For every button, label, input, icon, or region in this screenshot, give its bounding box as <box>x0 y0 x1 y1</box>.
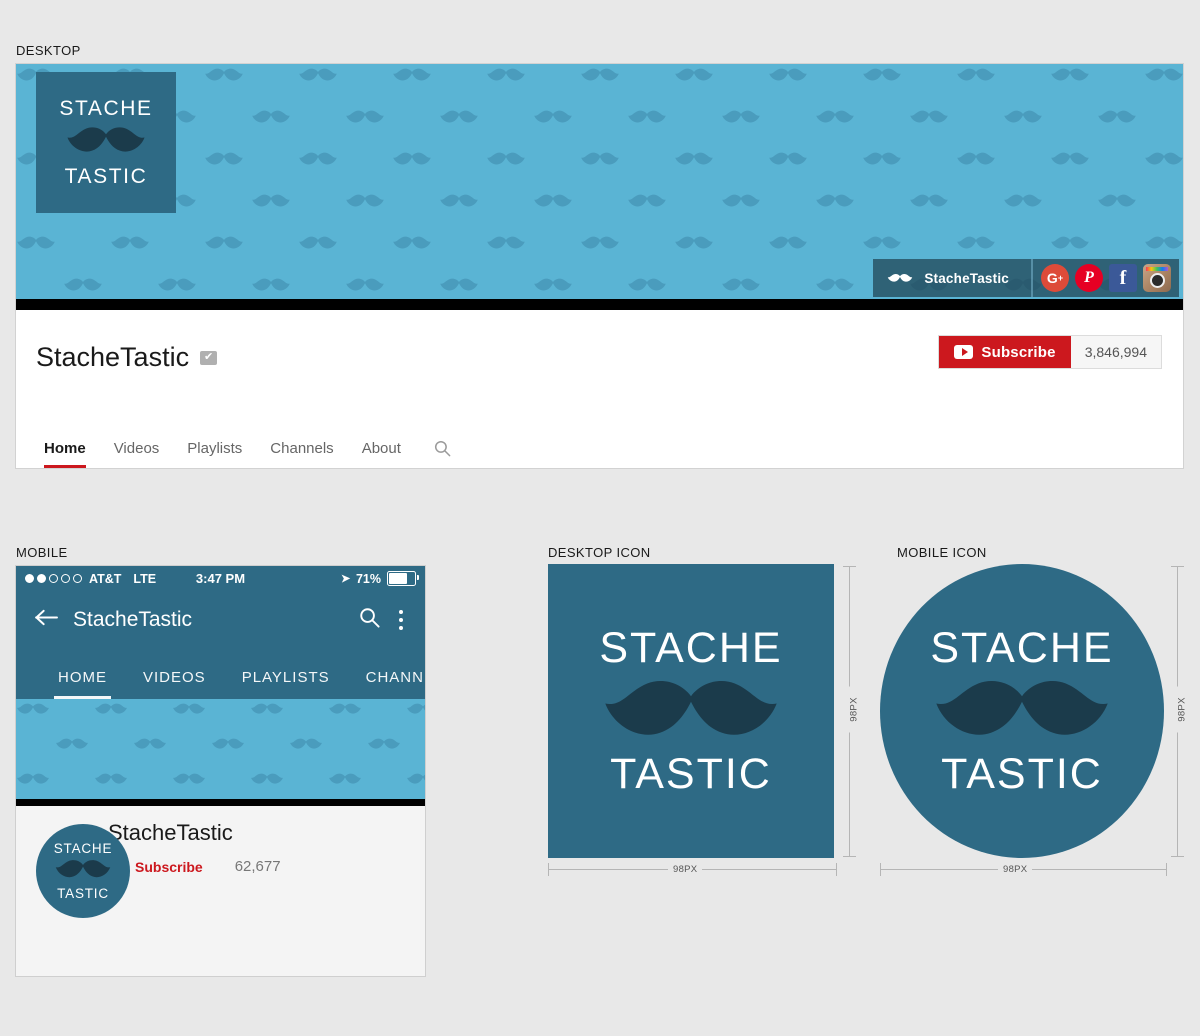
verified-badge-icon: ✔ <box>200 351 217 365</box>
dim-cap <box>548 863 549 876</box>
battery-icon <box>387 571 416 586</box>
mobile-channel-banner <box>16 699 425 799</box>
desktop-channel-header: StacheTastic ✔ Subscribe 3,846,994 Home … <box>16 310 1183 468</box>
desktop-icon-height-label: 98PX <box>847 687 862 733</box>
social-icon-group: G+ P f <box>1031 259 1179 297</box>
desktop-icon-artwork: STACHE TASTIC <box>548 564 834 858</box>
avatar: STACHE TASTIC <box>36 824 130 918</box>
section-label-mobile: MOBILE <box>16 545 68 560</box>
tab-channels[interactable]: Channels <box>256 440 347 468</box>
status-bar-right: ➤ 71% <box>341 571 416 586</box>
logo-text-bottom: TASTIC <box>610 753 772 796</box>
subscriber-count: 3,846,994 <box>1071 336 1161 368</box>
dim-cap <box>1171 566 1184 567</box>
desktop-icon-width-label: 98PX <box>668 862 702 877</box>
tab-home[interactable]: Home <box>36 440 100 468</box>
search-icon[interactable] <box>415 439 466 468</box>
logo-text-top: STACHE <box>930 627 1113 670</box>
tab-about[interactable]: About <box>348 440 415 468</box>
battery-percent-label: 71% <box>356 572 381 586</box>
mustache-pattern <box>16 699 425 799</box>
mobile-icon-width-label: 98PX <box>998 862 1032 877</box>
dim-cap <box>843 856 856 857</box>
section-label-mobile-icon: MOBILE ICON <box>897 545 987 560</box>
tab-playlists[interactable]: Playlists <box>173 440 256 468</box>
desktop-channel-banner: STACHE TASTIC StacheTastic G+ P f <box>16 64 1183 299</box>
mobile-subscriber-count: 62,677 <box>235 858 281 875</box>
logo-text-top: STACHE <box>59 98 152 119</box>
desktop-mockup: STACHE TASTIC StacheTastic G+ P f <box>16 64 1183 468</box>
mustache-icon <box>593 678 789 745</box>
desktop-tab-bar: Home Videos Playlists Channels About <box>36 439 466 468</box>
logo-text-bottom: TASTIC <box>57 887 109 901</box>
search-icon[interactable] <box>358 606 381 634</box>
logo-text-bottom: TASTIC <box>941 753 1103 796</box>
mobile-tab-videos[interactable]: VIDEOS <box>125 669 224 699</box>
logo-text-bottom: TASTIC <box>65 166 148 187</box>
dim-cap <box>1171 856 1184 857</box>
facebook-icon[interactable]: f <box>1109 264 1137 292</box>
mustache-icon <box>924 678 1120 745</box>
logo-text-top: STACHE <box>599 627 782 670</box>
tab-videos[interactable]: Videos <box>100 440 174 468</box>
mobile-app-bar: StacheTastic <box>16 591 425 649</box>
logo-text-top: STACHE <box>54 842 113 856</box>
location-arrow-icon: ➤ <box>341 572 351 585</box>
mobile-tab-home[interactable]: HOME <box>40 669 125 699</box>
mobile-status-bar: AT&T LTE 3:47 PM ➤ 71% <box>16 566 425 591</box>
mobile-icon-height-label: 98PX <box>1175 687 1190 733</box>
mobile-tab-playlists[interactable]: PLAYLISTS <box>224 669 348 699</box>
page-title: StacheTastic <box>36 342 189 373</box>
google-plus-icon[interactable]: G+ <box>1041 264 1069 292</box>
pinterest-icon[interactable]: P <box>1075 264 1103 292</box>
desktop-banner-logo: STACHE TASTIC <box>36 72 176 213</box>
dim-cap <box>836 863 837 876</box>
subscribe-block: Subscribe 3,846,994 <box>939 336 1161 368</box>
dim-cap <box>843 566 856 567</box>
subscribe-button[interactable]: Subscribe <box>939 336 1070 368</box>
channel-title-row: StacheTastic ✔ <box>36 342 217 373</box>
dim-cap <box>1166 863 1167 876</box>
section-label-desktop: DESKTOP <box>16 43 81 58</box>
more-vertical-icon[interactable] <box>395 610 407 630</box>
instagram-icon[interactable] <box>1143 264 1171 292</box>
mobile-banner-divider <box>16 799 425 806</box>
back-arrow-icon[interactable] <box>34 608 59 632</box>
mustache-icon <box>54 859 112 884</box>
mobile-tab-channels[interactable]: CHANNELS <box>348 669 425 699</box>
subscribe-label: Subscribe <box>981 344 1055 361</box>
social-channel-label: StacheTastic <box>924 271 1009 286</box>
banner-divider <box>16 299 1183 310</box>
mobile-subscribe-row: Subscribe 62,677 <box>108 858 425 875</box>
mobile-tab-bar: HOME VIDEOS PLAYLISTS CHANNELS <box>16 649 425 699</box>
section-label-desktop-icon: DESKTOP ICON <box>548 545 651 560</box>
banner-social-links: StacheTastic G+ P f <box>873 259 1179 297</box>
social-channel-chip[interactable]: StacheTastic <box>873 259 1031 297</box>
dim-cap <box>880 863 881 876</box>
youtube-play-icon <box>954 345 973 359</box>
mobile-subscribe-label: Subscribe <box>135 859 203 875</box>
mobile-channel-name: StacheTastic <box>108 820 425 846</box>
mobile-mockup: AT&T LTE 3:47 PM ➤ 71% StacheTastic <box>16 566 425 976</box>
mustache-icon <box>65 126 147 159</box>
mustache-icon <box>887 273 913 283</box>
mobile-app-title: StacheTastic <box>73 608 344 632</box>
mobile-icon-artwork: STACHE TASTIC <box>880 564 1164 858</box>
